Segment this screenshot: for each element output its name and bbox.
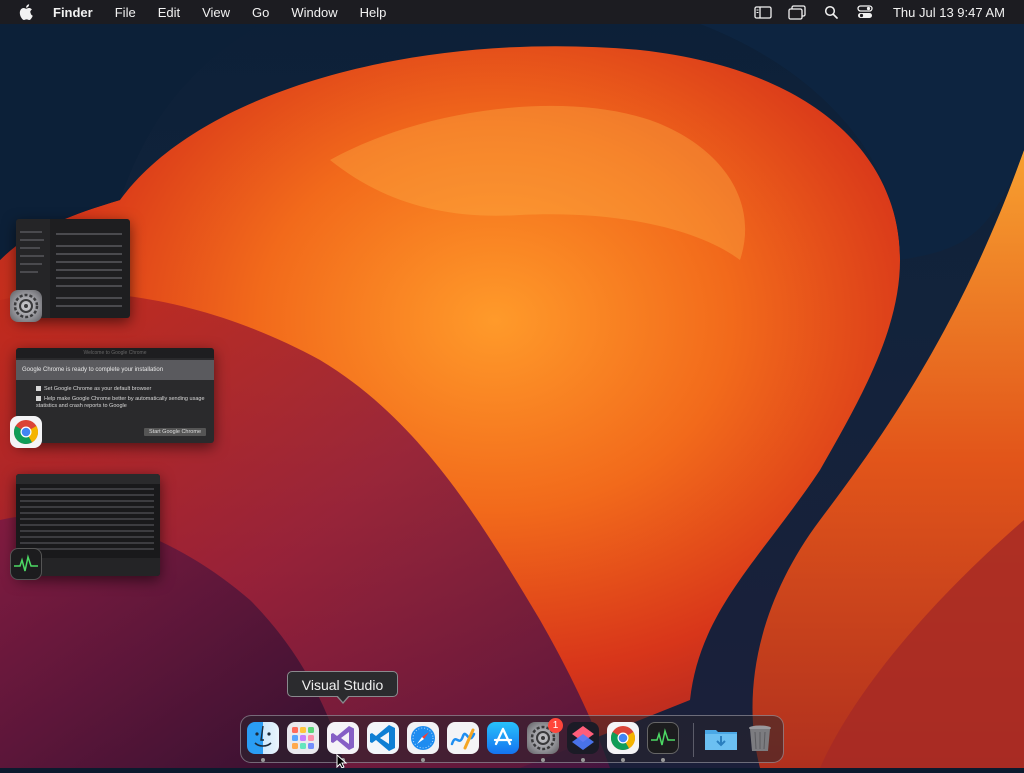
- dock-downloads-folder-icon[interactable]: [704, 722, 737, 754]
- stage-manager-icon[interactable]: [787, 4, 807, 20]
- dock-safari-icon[interactable]: [407, 722, 439, 754]
- chrome-dialog-banner: Google Chrome is ready to complete your …: [16, 360, 214, 380]
- dock-running-indicator: [581, 758, 585, 762]
- dock-running-indicator: [261, 758, 265, 762]
- stage-thumbnail-chrome[interactable]: Welcome to Google Chrome Google Chrome i…: [16, 348, 214, 443]
- dock-running-indicator: [541, 758, 545, 762]
- dock-visual-studio-icon[interactable]: [327, 722, 359, 754]
- system-settings-app-icon[interactable]: [10, 290, 42, 322]
- menu-bar: Finder File Edit View Go Window Help Thu…: [0, 0, 1024, 24]
- chrome-dialog-title: Welcome to Google Chrome: [16, 348, 214, 358]
- dock-tooltip: Visual Studio: [287, 671, 398, 697]
- checkbox-icon: [36, 386, 41, 392]
- spotlight-search-icon[interactable]: [821, 4, 841, 20]
- sidebar-icon[interactable]: [753, 4, 773, 20]
- menu-window[interactable]: Window: [291, 5, 337, 20]
- dock-freeform-icon[interactable]: [447, 722, 479, 754]
- tooltip-arrow-inner: [337, 695, 349, 702]
- dock-running-indicator: [661, 758, 665, 762]
- dock-running-indicator: [621, 758, 625, 762]
- menu-bar-clock[interactable]: Thu Jul 13 9:47 AM: [893, 5, 1005, 20]
- activity-monitor-app-icon[interactable]: [10, 548, 42, 580]
- dock-separator: [693, 723, 694, 757]
- menu-go[interactable]: Go: [252, 5, 269, 20]
- mouse-cursor-icon: [336, 753, 348, 773]
- dock-shortcuts-icon[interactable]: [567, 722, 599, 754]
- chrome-option-default-browser: Set Google Chrome as your default browse…: [36, 386, 206, 393]
- dock: 1: [240, 715, 784, 763]
- dock-running-indicator: [421, 758, 425, 762]
- menu-view[interactable]: View: [202, 5, 230, 20]
- chrome-option-usage-stats: Help make Google Chrome better by automa…: [36, 396, 205, 409]
- monitor-toolbar-preview: [16, 474, 160, 484]
- start-chrome-button: Start Google Chrome: [144, 428, 206, 436]
- system-settings-badge: 1: [548, 718, 563, 733]
- checkbox-icon: [36, 396, 41, 402]
- dock-finder-icon[interactable]: [247, 722, 279, 754]
- menu-app-name[interactable]: Finder: [53, 5, 93, 20]
- dock-activity-monitor-icon[interactable]: [647, 722, 679, 754]
- menu-file[interactable]: File: [115, 5, 136, 20]
- menu-help[interactable]: Help: [360, 5, 387, 20]
- dock-app-store-icon[interactable]: [487, 722, 519, 754]
- apple-menu-icon[interactable]: [17, 3, 35, 21]
- dock-chrome-icon[interactable]: [607, 722, 639, 754]
- dock-vscode-icon[interactable]: [367, 722, 399, 754]
- dock-trash-icon[interactable]: [744, 722, 776, 754]
- status-area: Thu Jul 13 9:47 AM: [753, 0, 1024, 24]
- control-center-icon[interactable]: [855, 4, 875, 20]
- chrome-app-icon[interactable]: [10, 416, 42, 448]
- dock-launchpad-icon[interactable]: [287, 722, 319, 754]
- menu-edit[interactable]: Edit: [158, 5, 180, 20]
